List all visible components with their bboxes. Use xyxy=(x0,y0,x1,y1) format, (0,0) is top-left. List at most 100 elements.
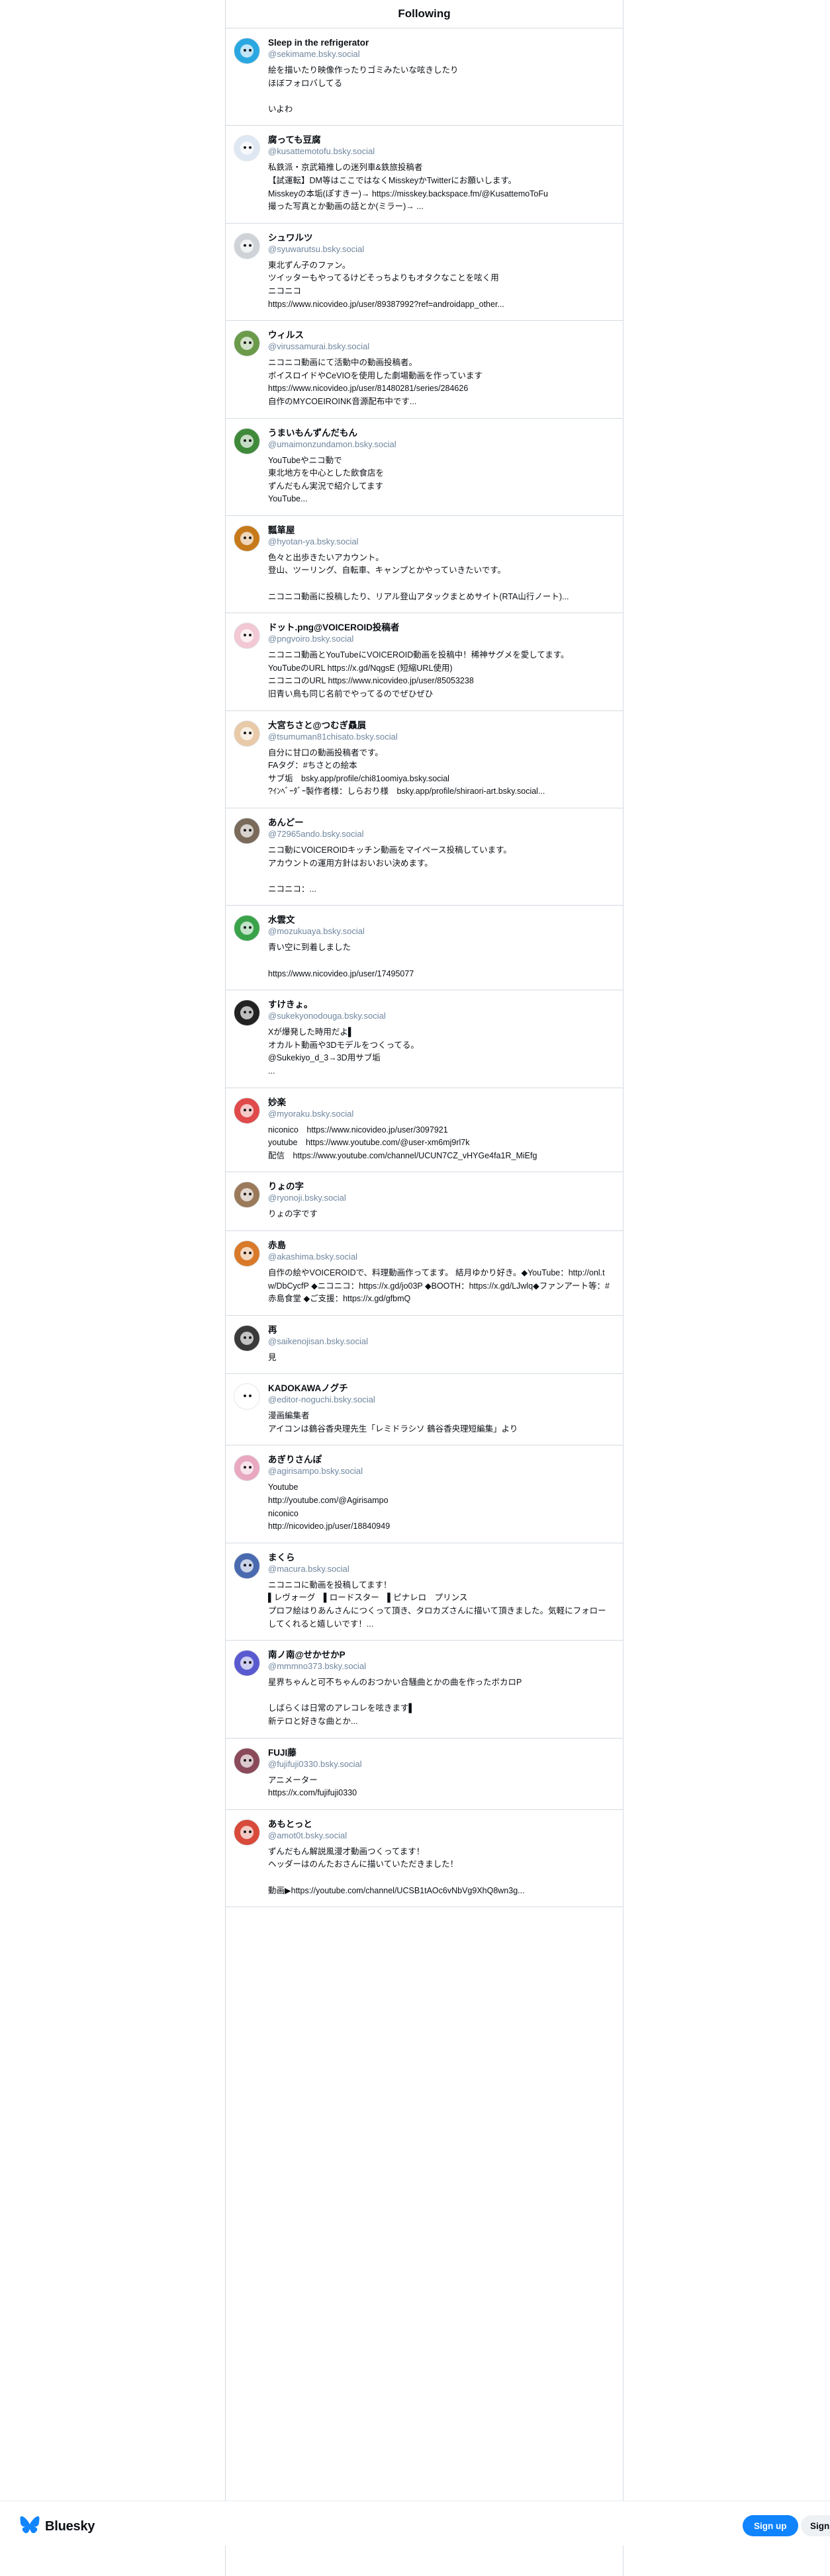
display-name[interactable]: 妙楽 xyxy=(268,1097,611,1108)
display-name[interactable]: 水雲文 xyxy=(268,914,611,925)
follow-list-item[interactable]: すけきょ。 @sukekyonodouga.bsky.social Xが爆発した時用… xyxy=(226,990,623,1088)
follow-list-item[interactable]: シュワルツ @syuwarutsu.bsky.social 東北ずん子のファン。 ツ… xyxy=(226,224,623,322)
avatar[interactable] xyxy=(234,135,260,162)
user-handle[interactable]: @sekimame.bsky.social xyxy=(268,48,611,60)
display-name[interactable]: あもとっと xyxy=(268,1819,611,1830)
profile-info: 妙楽 @myoraku.bsky.social niconico https://w… xyxy=(268,1097,611,1163)
avatar[interactable] xyxy=(234,1455,260,1482)
user-handle[interactable]: @myoraku.bsky.social xyxy=(268,1108,611,1119)
user-handle[interactable]: @umaimonzundamon.bsky.social xyxy=(268,439,611,450)
display-name[interactable]: 南ノ南@せかせかP xyxy=(268,1649,611,1660)
bottom-bar: Bluesky Sign up Sign in xyxy=(0,2501,830,2546)
follow-list-item[interactable]: 再 @saikenojisan.bsky.social 見 xyxy=(226,1316,623,1375)
follow-list-item[interactable]: 水雲文 @mozukuaya.bsky.social 青い空に到着しました http… xyxy=(226,906,623,991)
follow-list-item[interactable]: 赤島 @akashima.bsky.social 自作の絵やVOICEROIDで、料… xyxy=(226,1231,623,1316)
user-handle[interactable]: @saikenojisan.bsky.social xyxy=(268,1336,611,1347)
avatar-face-icon xyxy=(240,531,254,545)
display-name[interactable]: すけきょ。 xyxy=(268,999,611,1010)
follow-list-item[interactable]: 南ノ南@せかせかP @mmmno373.bsky.social 星界ちゃんと可不ちゃ… xyxy=(226,1641,623,1739)
user-handle[interactable]: @hyotan-ya.bsky.social xyxy=(268,536,611,547)
user-handle[interactable]: @fujifuji0330.bsky.social xyxy=(268,1758,611,1770)
display-name[interactable]: KADOKAWAノグチ xyxy=(268,1383,611,1394)
display-name[interactable]: Sleep in the refrigerator xyxy=(268,37,611,48)
follow-list-item[interactable]: ウィルス @virussamurai.bsky.social ニコニコ動画にて活動中… xyxy=(226,321,623,419)
avatar[interactable] xyxy=(234,232,260,259)
user-handle[interactable]: @72965ando.bsky.social xyxy=(268,828,611,839)
follow-list-item[interactable]: 妙楽 @myoraku.bsky.social niconico https://w… xyxy=(226,1088,623,1173)
avatar[interactable] xyxy=(234,1000,260,1027)
follow-list-item[interactable]: まくら @macura.bsky.social ニコニコに動画を投稿してます！ ▌レ… xyxy=(226,1543,623,1641)
brand-name: Bluesky xyxy=(45,2518,95,2534)
user-handle[interactable]: @syuwarutsu.bsky.social xyxy=(268,243,611,255)
display-name[interactable]: りょの字 xyxy=(268,1181,611,1192)
avatar[interactable] xyxy=(234,623,260,650)
profile-description: 自分に甘口の動画投稿者です。 FAタグ：#ちさとの絵本 サブ垢 bsky.app… xyxy=(268,748,545,796)
avatar[interactable] xyxy=(234,38,260,64)
user-handle[interactable]: @macura.bsky.social xyxy=(268,1563,611,1574)
avatar[interactable] xyxy=(234,1240,260,1267)
follow-list-item[interactable]: りょの字 @ryonoji.bsky.social りょの字です xyxy=(226,1172,623,1231)
display-name[interactable]: ドット.png@VOICEROID投稿者 xyxy=(268,622,611,633)
display-name[interactable]: 腐っても豆腐 xyxy=(268,134,611,146)
profile-info: 南ノ南@せかせかP @mmmno373.bsky.social 星界ちゃんと可不ちゃ… xyxy=(268,1649,611,1728)
user-handle[interactable]: @amot0t.bsky.social xyxy=(268,1830,611,1841)
display-name[interactable]: あんどー xyxy=(268,817,611,828)
avatar[interactable] xyxy=(234,818,260,844)
avatar-face-icon xyxy=(240,1103,254,1117)
follow-list-item[interactable]: あぎりさんぽ @agirisampo.bsky.social Youtube htt… xyxy=(226,1445,623,1543)
user-handle[interactable]: @sukekyonodouga.bsky.social xyxy=(268,1010,611,1021)
follow-list-item[interactable]: うまいもんずんだもん @umaimonzundamon.bsky.social Yo… xyxy=(226,419,623,516)
avatar[interactable] xyxy=(234,1819,260,1846)
profile-description: 見 xyxy=(268,1352,277,1362)
display-name[interactable]: シュワルツ xyxy=(268,232,611,243)
sign-in-button[interactable]: Sign in xyxy=(801,2515,830,2536)
avatar[interactable] xyxy=(234,1181,260,1209)
avatar[interactable] xyxy=(234,330,260,357)
user-handle[interactable]: @kusattemotofu.bsky.social xyxy=(268,146,611,157)
avatar[interactable] xyxy=(234,1383,260,1410)
profile-info: りょの字 @ryonoji.bsky.social りょの字です xyxy=(268,1181,611,1221)
avatar[interactable] xyxy=(234,1552,260,1579)
follow-list-item[interactable]: 瓢箪屋 @hyotan-ya.bsky.social 色々と出歩きたいアカウント。 … xyxy=(226,516,623,614)
user-handle[interactable]: @agirisampo.bsky.social xyxy=(268,1465,611,1477)
profile-info: あんどー @72965ando.bsky.social ニコ動にVOICEROIDキ… xyxy=(268,817,611,896)
display-name[interactable]: FUJI藤 xyxy=(268,1747,611,1758)
brand[interactable]: Bluesky xyxy=(20,2516,95,2537)
avatar[interactable] xyxy=(234,427,260,454)
follow-list-item[interactable]: ドット.png@VOICEROID投稿者 @pngvoiro.bsky.socia… xyxy=(226,613,623,711)
display-name[interactable]: ウィルス xyxy=(268,329,611,341)
user-handle[interactable]: @ryonoji.bsky.social xyxy=(268,1192,611,1203)
sign-up-button[interactable]: Sign up xyxy=(743,2515,798,2536)
follow-list-item[interactable]: 大宮ちさと@つむぎ贔屓 @tsumuman81chisato.bsky.socia… xyxy=(226,711,623,808)
user-handle[interactable]: @pngvoiro.bsky.social xyxy=(268,633,611,644)
avatar[interactable] xyxy=(234,1650,260,1677)
display-name[interactable]: 大宮ちさと@つむぎ贔屓 xyxy=(268,720,611,731)
follow-list-item[interactable]: FUJI藤 @fujifuji0330.bsky.social アニメーター htt… xyxy=(226,1739,623,1810)
avatar-face-icon xyxy=(240,1006,254,1020)
display-name[interactable]: 再 xyxy=(268,1324,611,1336)
avatar[interactable] xyxy=(234,720,260,747)
avatar[interactable] xyxy=(234,525,260,552)
user-handle[interactable]: @editor-noguchi.bsky.social xyxy=(268,1394,611,1405)
avatar[interactable] xyxy=(234,1324,260,1352)
user-handle[interactable]: @mmmno373.bsky.social xyxy=(268,1660,611,1672)
follow-list-item[interactable]: Sleep in the refrigerator @sekimame.bsky.… xyxy=(226,28,623,126)
avatar[interactable] xyxy=(234,1097,260,1124)
display-name[interactable]: あぎりさんぽ xyxy=(268,1454,611,1465)
user-handle[interactable]: @virussamurai.bsky.social xyxy=(268,341,611,352)
follow-list-item[interactable]: 腐っても豆腐 @kusattemotofu.bsky.social 私鉄派・京武箱推… xyxy=(226,126,623,224)
display-name[interactable]: 瓢箪屋 xyxy=(268,525,611,536)
avatar[interactable] xyxy=(234,1747,260,1774)
profile-info: 赤島 @akashima.bsky.social 自作の絵やVOICEROIDで、料… xyxy=(268,1240,611,1306)
follow-list-item[interactable]: あんどー @72965ando.bsky.social ニコ動にVOICEROIDキ… xyxy=(226,808,623,906)
follow-list-item[interactable]: KADOKAWAノグチ @editor-noguchi.bsky.social 漫画… xyxy=(226,1374,623,1446)
follow-list-item[interactable]: あもとっと @amot0t.bsky.social ずんだもん解説風漫才動画つくって… xyxy=(226,1810,623,1908)
following-list: Sleep in the refrigerator @sekimame.bsky.… xyxy=(226,28,623,1908)
user-handle[interactable]: @akashima.bsky.social xyxy=(268,1251,611,1262)
display-name[interactable]: 赤島 xyxy=(268,1240,611,1251)
user-handle[interactable]: @tsumuman81chisato.bsky.social xyxy=(268,731,611,742)
avatar[interactable] xyxy=(234,915,260,942)
display-name[interactable]: まくら xyxy=(268,1552,611,1563)
user-handle[interactable]: @mozukuaya.bsky.social xyxy=(268,925,611,937)
display-name[interactable]: うまいもんずんだもん xyxy=(268,427,611,439)
